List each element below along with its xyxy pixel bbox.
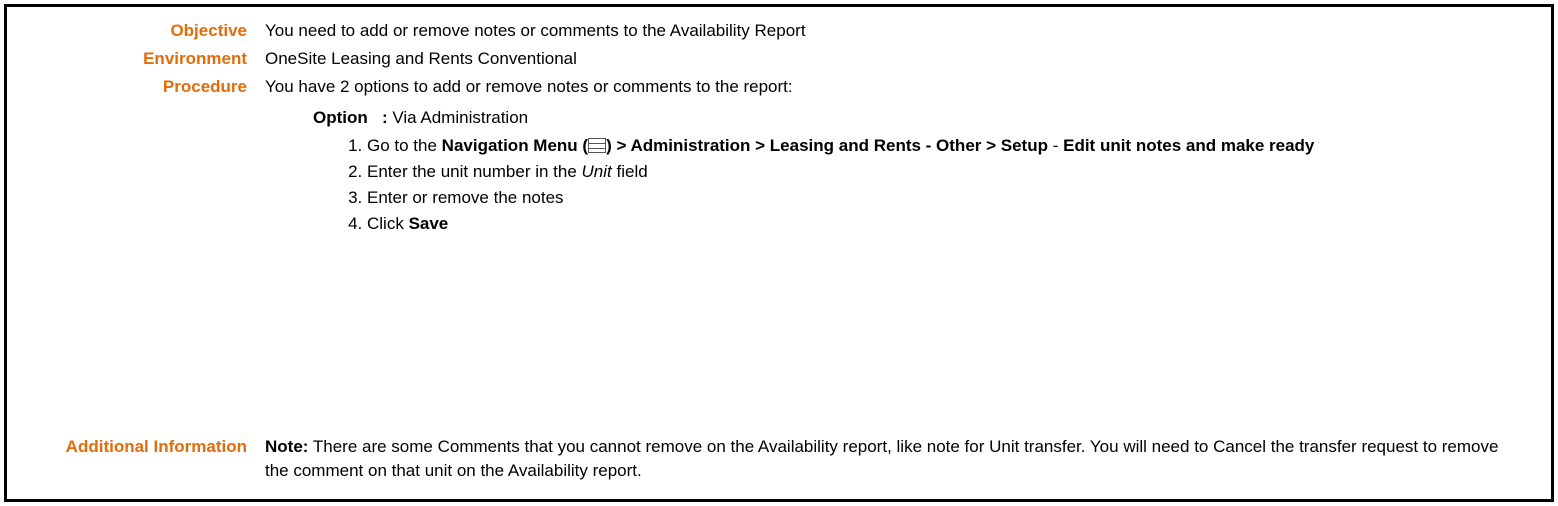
value-procedure: You have 2 options to add or remove note… bbox=[265, 75, 1531, 238]
step-1: Go to the Navigation Menu ( ) > Administr… bbox=[367, 134, 1521, 158]
label-procedure: Procedure bbox=[27, 75, 265, 99]
step-4-btn: Save bbox=[409, 214, 449, 233]
document-frame: Objective You need to add or remove note… bbox=[4, 4, 1554, 502]
step-2-pre: Enter the unit number in the bbox=[367, 162, 582, 181]
step-2: Enter the unit number in the Unit field bbox=[367, 160, 1521, 184]
step-2-field: Unit bbox=[582, 162, 612, 181]
row-procedure: Procedure You have 2 options to add or r… bbox=[27, 75, 1531, 238]
option-label-word: Option bbox=[313, 108, 368, 127]
step-1-nav1: Navigation Menu ( bbox=[442, 136, 588, 155]
row-environment: Environment OneSite Leasing and Rents Co… bbox=[27, 47, 1531, 71]
option-colon: : bbox=[382, 108, 388, 127]
option-steps: Go to the Navigation Menu ( ) > Administr… bbox=[367, 134, 1521, 235]
row-additional-info: Additional Information Note: There are s… bbox=[27, 435, 1531, 483]
label-objective: Objective bbox=[27, 19, 265, 43]
step-4: Click Save bbox=[367, 212, 1521, 236]
step-1-pre: Go to the bbox=[367, 136, 442, 155]
value-environment: OneSite Leasing and Rents Conventional bbox=[265, 47, 1531, 71]
step-1-nav2: ) > Administration > Leasing and Rents -… bbox=[606, 136, 1048, 155]
hamburger-menu-icon bbox=[588, 138, 606, 153]
procedure-intro: You have 2 options to add or remove note… bbox=[265, 77, 793, 96]
option-block: Option : Via Administration Go to the Na… bbox=[313, 106, 1521, 235]
option-title-text: Via Administration bbox=[392, 108, 528, 127]
step-2-post: field bbox=[612, 162, 648, 181]
step-4-pre: Click bbox=[367, 214, 409, 233]
row-objective: Objective You need to add or remove note… bbox=[27, 19, 1531, 43]
note-label: Note: bbox=[265, 437, 308, 456]
label-environment: Environment bbox=[27, 47, 265, 71]
step-1-nav3: Edit unit notes and make ready bbox=[1063, 136, 1314, 155]
step-1-dash: - bbox=[1048, 136, 1063, 155]
step-3: Enter or remove the notes bbox=[367, 186, 1521, 210]
note-text: There are some Comments that you cannot … bbox=[265, 437, 1498, 480]
option-heading: Option : Via Administration bbox=[313, 106, 1521, 130]
label-additional-info: Additional Information bbox=[27, 435, 265, 459]
value-additional-info: Note: There are some Comments that you c… bbox=[265, 435, 1531, 483]
value-objective: You need to add or remove notes or comme… bbox=[265, 19, 1531, 43]
spacer bbox=[27, 241, 1531, 435]
